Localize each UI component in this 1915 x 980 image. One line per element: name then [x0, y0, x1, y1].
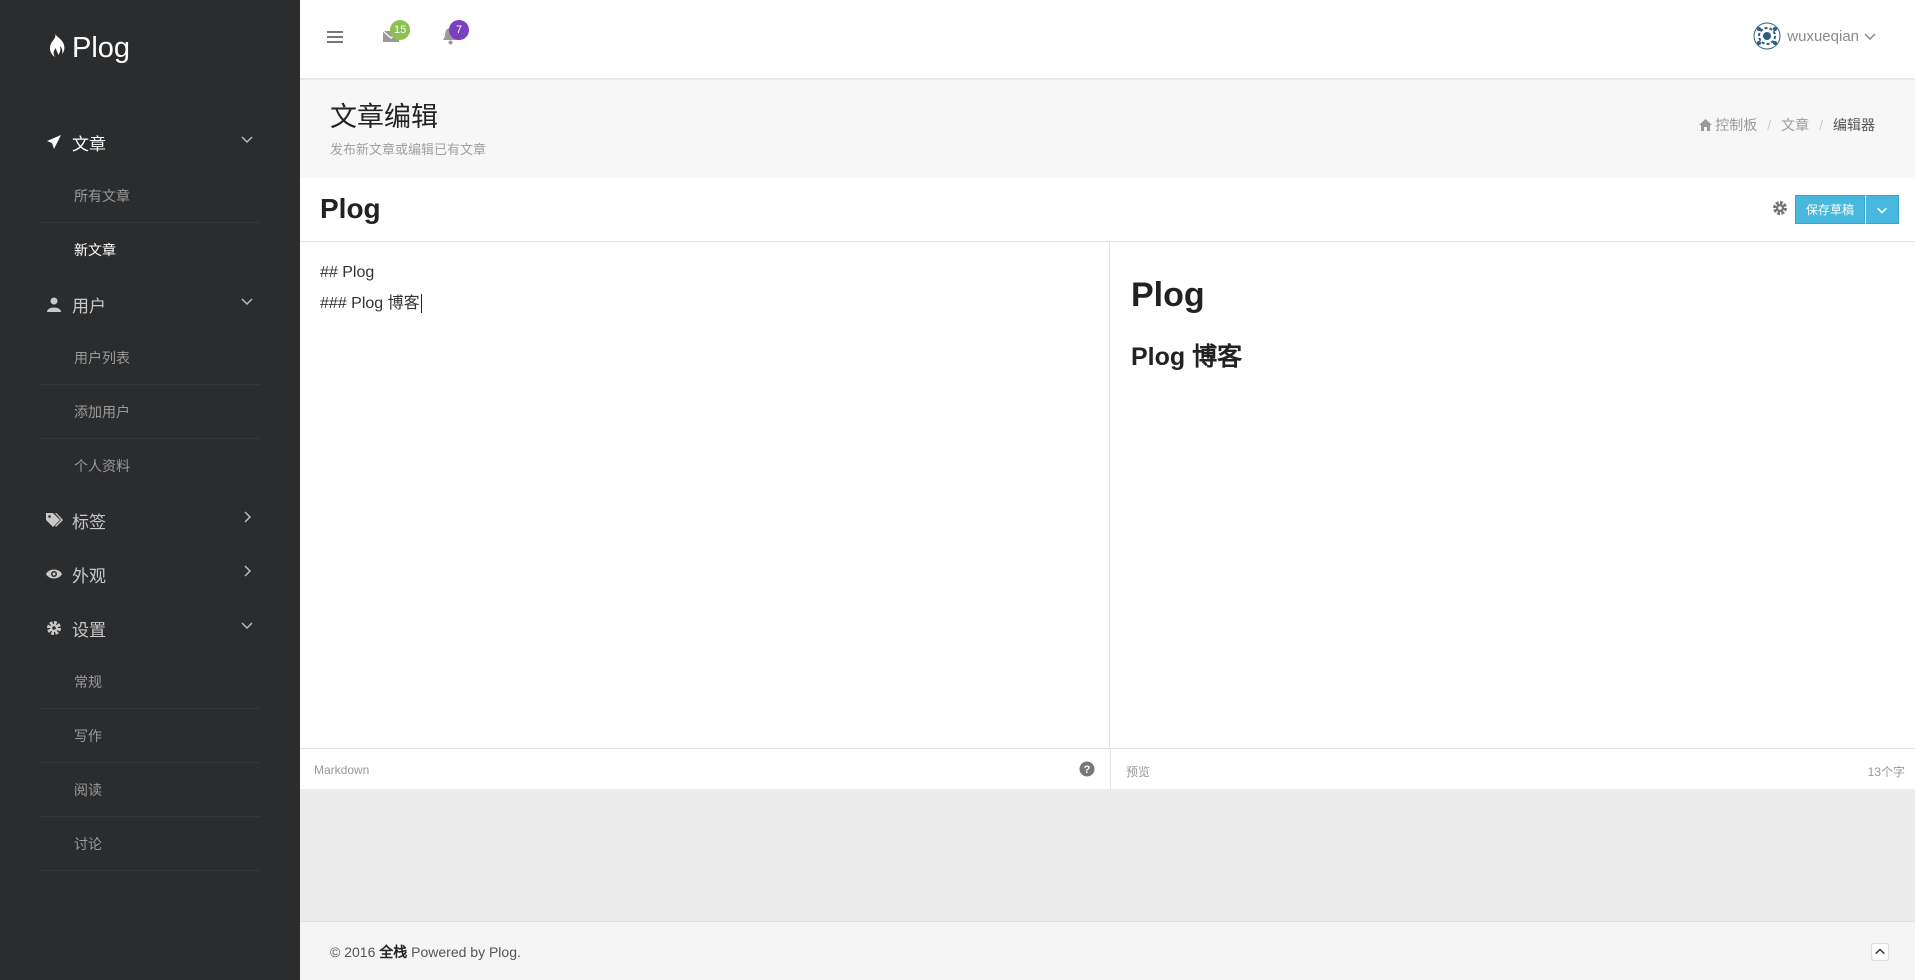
- save-options-dropdown[interactable]: [1865, 195, 1899, 224]
- gear-icon: [44, 618, 64, 638]
- sidebar-item-profile[interactable]: 个人资料: [40, 439, 260, 493]
- chevron-up-icon: [1875, 948, 1885, 955]
- copyright: © 2016: [330, 944, 376, 960]
- sidebar-group-users[interactable]: 用户: [0, 277, 300, 331]
- sidebar-group-label: 文章: [72, 134, 106, 154]
- markdown-editor[interactable]: ## Plog ### Plog 博客: [300, 242, 1110, 748]
- notifications-badge: 7: [449, 20, 469, 40]
- sidebar-item-add-user[interactable]: 添加用户: [40, 385, 260, 439]
- post-title[interactable]: Plog: [320, 193, 381, 225]
- sidebar-item-reading[interactable]: 阅读: [40, 763, 260, 817]
- back-to-top-button[interactable]: [1871, 943, 1889, 961]
- sidebar-item-user-list[interactable]: 用户列表: [40, 331, 260, 385]
- sidebar: Plog 文章 所有文章 新文章 用户 用户列表 添加用户 个人资料 标签 外观…: [0, 0, 300, 980]
- sidebar-group-appearance[interactable]: 外观: [0, 547, 300, 601]
- svg-text:?: ?: [1084, 764, 1091, 776]
- gear-icon[interactable]: [1772, 200, 1788, 216]
- word-count: 13个字: [1867, 765, 1905, 779]
- sidebar-group-posts[interactable]: 文章: [0, 115, 300, 169]
- breadcrumb-current: 编辑器: [1833, 117, 1875, 133]
- breadcrumb-separator: /: [1767, 117, 1772, 133]
- chevron-down-icon: [241, 298, 253, 306]
- topbar: 15 7 wuxueqian: [300, 0, 1915, 79]
- editor-header: Plog 保存草稿: [300, 178, 1915, 242]
- sidebar-item-general[interactable]: 常规: [40, 655, 260, 709]
- sidebar-group-label: 外观: [72, 566, 106, 586]
- sidebar-item-new-post[interactable]: 新文章: [40, 223, 260, 277]
- chevron-down-icon: [241, 136, 253, 144]
- preview-heading-2: Plog: [1131, 276, 1205, 314]
- page-header: 文章编辑 发布新文章或编辑已有文章 控制板 / 文章 / 编辑器: [300, 80, 1915, 178]
- source-line: ## Plog: [320, 264, 375, 281]
- sidebar-item-discussion[interactable]: 讨论: [40, 817, 260, 871]
- save-draft-button[interactable]: 保存草稿: [1795, 195, 1865, 224]
- sidebar-group-label: 标签: [72, 512, 106, 532]
- preview-label: 预览: [1126, 765, 1151, 779]
- page-title: 文章编辑: [330, 102, 438, 132]
- sidebar-group-label: 用户: [72, 296, 106, 316]
- chevron-right-icon: [244, 565, 252, 577]
- chevron-down-icon: [1864, 33, 1876, 41]
- sidebar-item-all-posts[interactable]: 所有文章: [40, 169, 260, 223]
- footer-divider: [1110, 749, 1111, 790]
- menu-icon[interactable]: [327, 30, 343, 44]
- breadcrumb-separator: /: [1819, 117, 1823, 133]
- messages-badge: 15: [390, 20, 411, 40]
- sidebar-item-writing[interactable]: 写作: [40, 709, 260, 763]
- eye-icon: [44, 564, 64, 584]
- tags-icon: [44, 510, 64, 530]
- chevron-down-icon: [241, 622, 253, 630]
- page-footer: © 2016 全栈 Powered by Plog.: [300, 921, 1915, 980]
- logo[interactable]: Plog: [44, 28, 130, 68]
- user-icon: [44, 294, 64, 314]
- user-menu[interactable]: wuxueqian: [1753, 22, 1877, 50]
- chevron-down-icon: [1877, 207, 1887, 214]
- breadcrumb-section[interactable]: 文章: [1781, 115, 1809, 135]
- editor-footer: Markdown ? 预览 13个字: [300, 748, 1915, 790]
- home-icon: [1699, 119, 1713, 131]
- sidebar-nav: 文章 所有文章 新文章 用户 用户列表 添加用户 个人资料 标签 外观 设置 常…: [0, 115, 300, 871]
- preview-heading-3: Plog 博客: [1131, 343, 1243, 371]
- text-caret: [420, 294, 422, 314]
- source-line-current: ### Plog 博客: [320, 289, 422, 314]
- preview-pane: Plog Plog 博客: [1111, 242, 1915, 748]
- chevron-right-icon: [244, 511, 252, 523]
- breadcrumb-home[interactable]: 控制板: [1715, 115, 1757, 135]
- logo-text: Plog: [72, 31, 131, 64]
- avatar: [1753, 22, 1782, 50]
- help-icon[interactable]: ?: [1079, 761, 1095, 777]
- username: wuxueqian: [1787, 27, 1859, 45]
- source-line: ### Plog 博客: [320, 295, 420, 312]
- editor-card: Plog 保存草稿 ## Plog ### Plog 博客 Plog Plog …: [300, 178, 1915, 790]
- paper-plane-icon: [44, 132, 64, 152]
- footer-brand[interactable]: 全栈: [379, 944, 407, 960]
- page-subtitle: 发布新文章或编辑已有文章: [330, 142, 487, 157]
- footer-text: © 2016 全栈 Powered by Plog.: [330, 942, 521, 962]
- powered-by: Powered by Plog.: [411, 944, 521, 960]
- markdown-label: Markdown: [314, 763, 370, 777]
- sidebar-group-settings[interactable]: 设置: [0, 601, 300, 655]
- sidebar-group-label: 设置: [72, 620, 106, 640]
- sidebar-group-tags[interactable]: 标签: [0, 493, 300, 547]
- flame-icon: [44, 33, 66, 64]
- breadcrumb: 控制板 / 文章 / 编辑器: [1699, 115, 1875, 135]
